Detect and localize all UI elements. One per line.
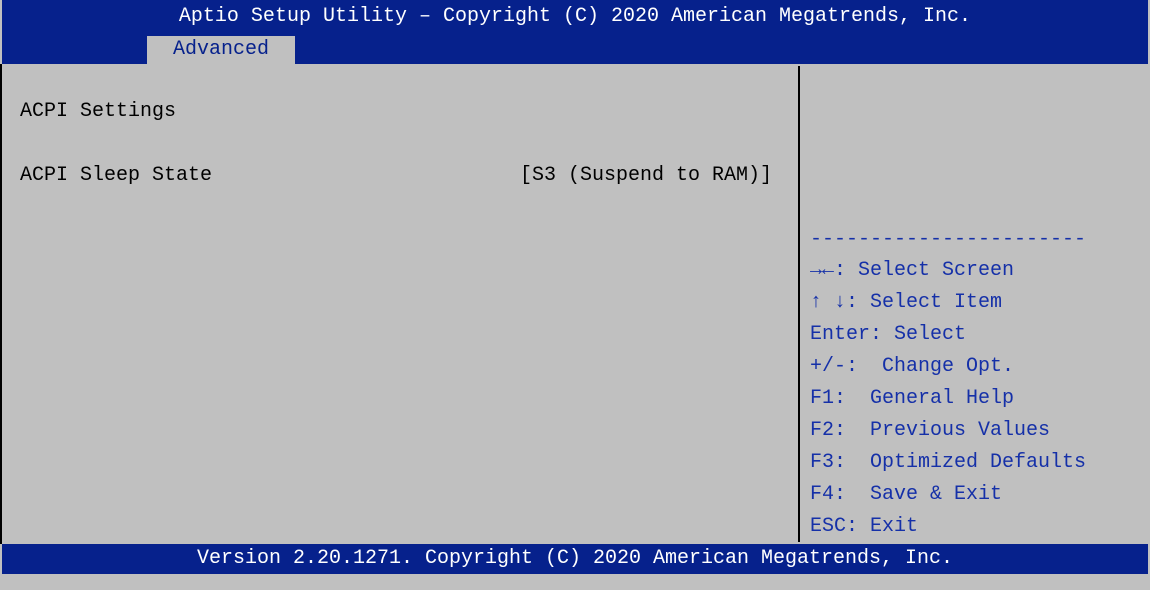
help-key-f4: F4: Save & Exit xyxy=(810,483,1003,506)
version-footer: Version 2.20.1271. Copyright (C) 2020 Am… xyxy=(2,544,1148,574)
option-value[interactable]: [S3 (Suspend to RAM)] xyxy=(520,164,772,188)
help-key-enter: Enter: Select xyxy=(810,323,967,346)
arrows-up-down-icon: ↑ ↓ xyxy=(810,291,847,314)
help-key-f1: F1: General Help xyxy=(810,387,1015,410)
tab-advanced[interactable]: Advanced xyxy=(147,36,295,64)
option-label: ACPI Sleep State xyxy=(20,164,213,187)
section-heading: ACPI Settings xyxy=(20,100,177,123)
help-key-f3: F3: Optimized Defaults xyxy=(810,451,1087,474)
title-bar: Aptio Setup Utility – Copyright (C) 2020… xyxy=(2,0,1148,34)
help-key-select-item: ↑ ↓: Select Item xyxy=(810,291,1003,314)
help-key-select-screen: →←: Select Screen xyxy=(810,259,1015,282)
help-panel: ----------------------- →←: Select Scree… xyxy=(800,64,1148,544)
help-separator: ----------------------- xyxy=(810,228,1087,251)
arrows-left-right-icon: →← xyxy=(810,259,835,282)
help-key-f2: F2: Previous Values xyxy=(810,419,1051,442)
settings-panel: ACPI Settings ACPI Sleep State [S3 (Susp… xyxy=(2,64,798,544)
help-key-change-opt: +/-: Change Opt. xyxy=(810,355,1015,378)
help-key-esc: ESC: Exit xyxy=(810,515,919,538)
bios-screen: Aptio Setup Utility – Copyright (C) 2020… xyxy=(0,0,1150,590)
